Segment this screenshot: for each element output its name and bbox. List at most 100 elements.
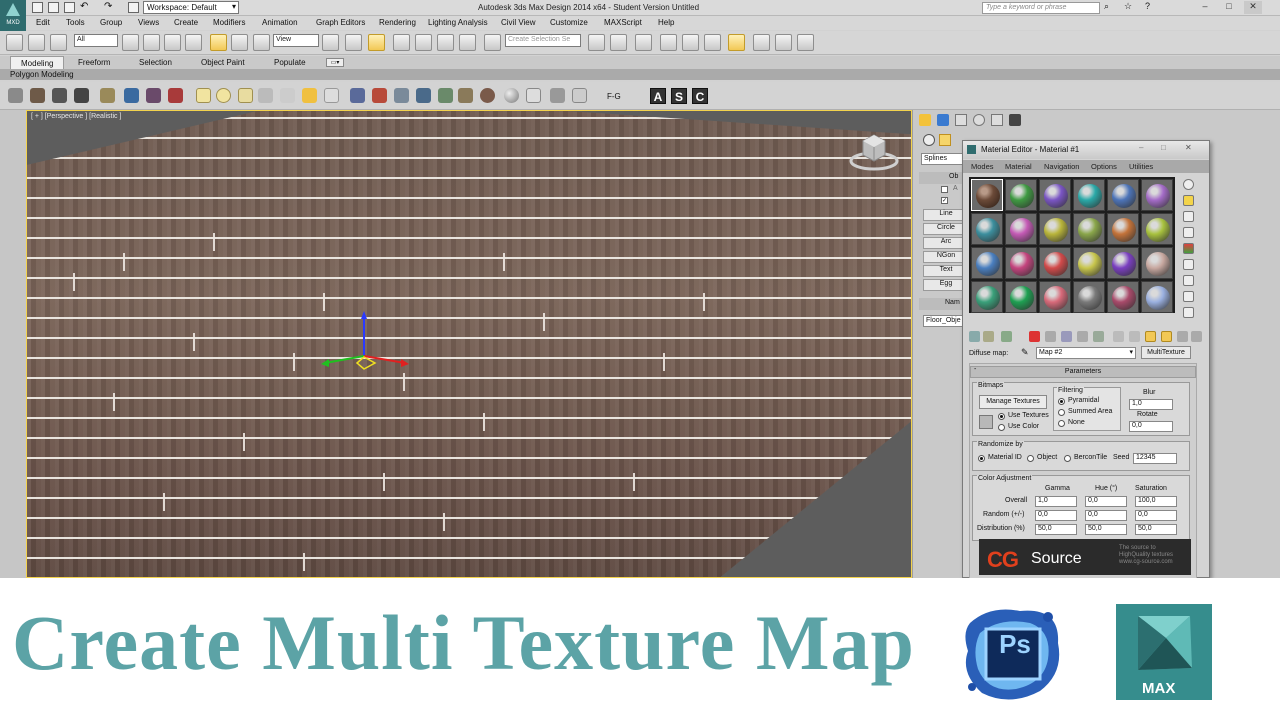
select-manipulate-icon[interactable] bbox=[345, 34, 362, 51]
binoculars-icon[interactable]: ⌕ bbox=[1104, 1, 1109, 12]
c-button[interactable]: C bbox=[692, 88, 708, 104]
random-saturation-spinner[interactable]: 0,0 bbox=[1135, 510, 1177, 521]
selection-filter-dropdown[interactable]: All bbox=[74, 34, 118, 47]
category-dropdown[interactable]: Splines bbox=[921, 153, 967, 165]
make-unique-icon[interactable] bbox=[1061, 331, 1072, 342]
show-end-result-icon[interactable] bbox=[1129, 331, 1140, 342]
material-sample-slot[interactable] bbox=[1039, 281, 1071, 313]
sphere-grey-icon[interactable] bbox=[504, 88, 519, 103]
assign-material-icon[interactable] bbox=[1001, 331, 1012, 342]
tab-freeform[interactable]: Freeform bbox=[68, 56, 120, 69]
menu-rendering[interactable]: Rendering bbox=[379, 18, 416, 27]
angle-snap-icon[interactable] bbox=[415, 34, 432, 51]
camera-icon[interactable] bbox=[324, 88, 339, 103]
distribution-hue-spinner[interactable]: 50,0 bbox=[1085, 524, 1127, 535]
rendered-frame-icon[interactable] bbox=[775, 34, 792, 51]
make-preview-icon[interactable] bbox=[1183, 259, 1194, 270]
new-file-icon[interactable] bbox=[32, 2, 43, 13]
select-by-name-icon[interactable] bbox=[143, 34, 160, 51]
rect-selection-icon[interactable] bbox=[164, 34, 181, 51]
material-sample-slot[interactable] bbox=[1141, 179, 1173, 211]
checker-icon[interactable] bbox=[526, 88, 541, 103]
material-sample-slot[interactable] bbox=[971, 179, 1003, 211]
tab-modeling[interactable]: Modeling bbox=[10, 56, 65, 69]
spinner-snap-icon[interactable] bbox=[459, 34, 476, 51]
video-color-check-icon[interactable] bbox=[1183, 243, 1194, 254]
utilities-tab-icon[interactable] bbox=[1009, 114, 1021, 126]
unlink-icon[interactable] bbox=[28, 34, 45, 51]
edit-named-selection-icon[interactable] bbox=[484, 34, 501, 51]
material-sample-slot[interactable] bbox=[1005, 247, 1037, 279]
link-icon[interactable] bbox=[6, 34, 23, 51]
menu-create[interactable]: Create bbox=[174, 18, 198, 27]
collapse-icon[interactable]: - bbox=[974, 366, 976, 373]
parameters-rollout-header[interactable]: Parameters bbox=[970, 366, 1196, 378]
close-button[interactable]: ✕ bbox=[1244, 1, 1262, 14]
tab-selection[interactable]: Selection bbox=[129, 56, 182, 69]
cg-source-banner[interactable]: CG Source The source to HighQuality text… bbox=[979, 539, 1191, 575]
s-button[interactable]: S bbox=[671, 88, 687, 104]
open-file-icon[interactable] bbox=[48, 2, 59, 13]
scatter-icon[interactable] bbox=[350, 88, 365, 103]
show-shaded-map-icon[interactable] bbox=[1113, 331, 1124, 342]
rotate-icon[interactable] bbox=[231, 34, 248, 51]
close-icon[interactable]: ✕ bbox=[1185, 143, 1192, 152]
hierarchy-tab-icon[interactable] bbox=[955, 114, 967, 126]
menu-modifiers[interactable]: Modifiers bbox=[213, 18, 245, 27]
menu-graph-editors[interactable]: Graph Editors bbox=[316, 18, 365, 27]
cylinder-primitive-icon[interactable] bbox=[238, 88, 253, 103]
maximize-button[interactable]: □ bbox=[1220, 1, 1238, 14]
rotate-view-icon[interactable] bbox=[8, 88, 23, 103]
create-tab-icon[interactable] bbox=[919, 114, 931, 126]
material-sample-slot[interactable] bbox=[1107, 179, 1139, 211]
display-tab-icon[interactable] bbox=[991, 114, 1003, 126]
mirror-icon[interactable] bbox=[588, 34, 605, 51]
tab-populate[interactable]: Populate bbox=[264, 56, 316, 69]
material-id-icon[interactable] bbox=[1093, 331, 1104, 342]
align-icon[interactable] bbox=[610, 34, 627, 51]
start-shape-checkbox[interactable]: ✓ bbox=[941, 197, 948, 204]
box-primitive-icon[interactable] bbox=[196, 88, 211, 103]
select-by-material-icon[interactable] bbox=[1183, 291, 1194, 302]
keyboard-shortcut-icon[interactable] bbox=[368, 34, 385, 51]
modify-tab-icon[interactable] bbox=[937, 114, 949, 126]
backlight-icon[interactable] bbox=[1183, 195, 1194, 206]
use-textures-radio[interactable] bbox=[998, 413, 1005, 420]
copy-material-icon[interactable] bbox=[1045, 331, 1056, 342]
walker-icon[interactable] bbox=[458, 88, 473, 103]
render-frame-icon[interactable] bbox=[30, 88, 45, 103]
minimize-button[interactable]: – bbox=[1196, 1, 1214, 14]
material-editor-icon[interactable] bbox=[728, 34, 745, 51]
wind-icon[interactable] bbox=[416, 88, 431, 103]
background-icon[interactable] bbox=[1183, 211, 1194, 222]
material-sample-slot[interactable] bbox=[1039, 179, 1071, 211]
material-sample-slot[interactable] bbox=[971, 247, 1003, 279]
sphere-primitive-icon[interactable] bbox=[216, 88, 231, 103]
map-name-field[interactable]: Map #2 ▾ bbox=[1036, 347, 1136, 359]
particles-icon[interactable] bbox=[146, 88, 161, 103]
select-object-icon[interactable] bbox=[122, 34, 139, 51]
material-sample-slot[interactable] bbox=[1005, 179, 1037, 211]
menu-help[interactable]: Help bbox=[658, 18, 674, 27]
start-new-shape-checkbox[interactable] bbox=[941, 186, 948, 193]
star-icon[interactable]: ☆ bbox=[1124, 1, 1132, 12]
material-sample-slot[interactable] bbox=[1073, 247, 1105, 279]
material-sample-slot[interactable] bbox=[1141, 281, 1173, 313]
random-hue-spinner[interactable]: 0,0 bbox=[1085, 510, 1127, 521]
material-sample-slot[interactable] bbox=[1073, 179, 1105, 211]
material-sample-slot[interactable] bbox=[1073, 281, 1105, 313]
material-sample-slot[interactable] bbox=[1141, 247, 1173, 279]
viewport-label[interactable]: [ + ] [Perspective ] [Realistic ] bbox=[31, 113, 121, 120]
sample-type-icon[interactable] bbox=[1183, 179, 1194, 190]
rotate-spinner[interactable]: 0,0 bbox=[1129, 421, 1173, 432]
reset-map-icon[interactable] bbox=[1029, 331, 1040, 342]
teapot-render-icon[interactable] bbox=[100, 88, 115, 103]
move-gizmo[interactable] bbox=[319, 311, 409, 381]
move-icon[interactable] bbox=[210, 34, 227, 51]
go-to-parent-icon[interactable] bbox=[1145, 331, 1156, 342]
material-sample-slot[interactable] bbox=[1005, 281, 1037, 313]
render-setup-icon[interactable] bbox=[753, 34, 770, 51]
workspace-dropdown[interactable]: Workspace: Default ▾ bbox=[143, 1, 239, 14]
material-options-icon[interactable] bbox=[1191, 331, 1202, 342]
wood-floor-plane[interactable] bbox=[27, 111, 911, 577]
